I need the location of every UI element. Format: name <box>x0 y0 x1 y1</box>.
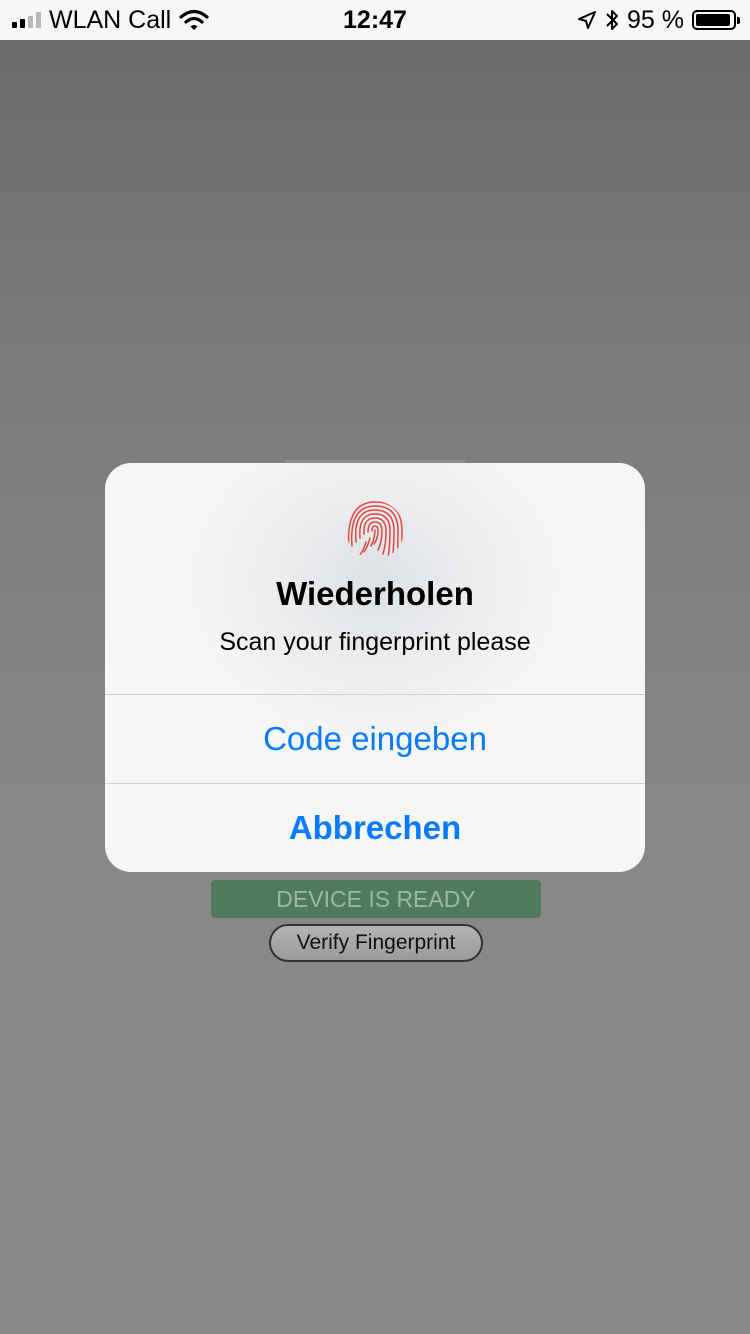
alert-message: Scan your fingerprint please <box>219 628 531 656</box>
fingerprint-icon <box>347 501 403 559</box>
battery-level <box>696 14 731 26</box>
bluetooth-icon <box>606 10 619 30</box>
cancel-button[interactable]: Abbrechen <box>105 784 645 872</box>
location-arrow-icon <box>578 11 597 29</box>
status-right: 95 % <box>577 0 740 40</box>
device-status-banner: DEVICE IS READY <box>211 880 541 918</box>
enter-code-button[interactable]: Code eingeben <box>105 695 645 783</box>
verify-fingerprint-button[interactable]: Verify Fingerprint <box>269 924 483 962</box>
battery-icon <box>692 10 740 30</box>
battery-nub <box>737 17 740 24</box>
screen: WLAN Call 12:47 95 % DEVICE IS READY Ver… <box>0 0 750 1334</box>
status-bar: WLAN Call 12:47 95 % <box>0 0 750 40</box>
alert-title: Wiederholen <box>276 575 474 612</box>
touch-id-alert: Wiederholen Scan your fingerprint please… <box>105 463 645 872</box>
battery-percent: 95 % <box>627 5 684 34</box>
